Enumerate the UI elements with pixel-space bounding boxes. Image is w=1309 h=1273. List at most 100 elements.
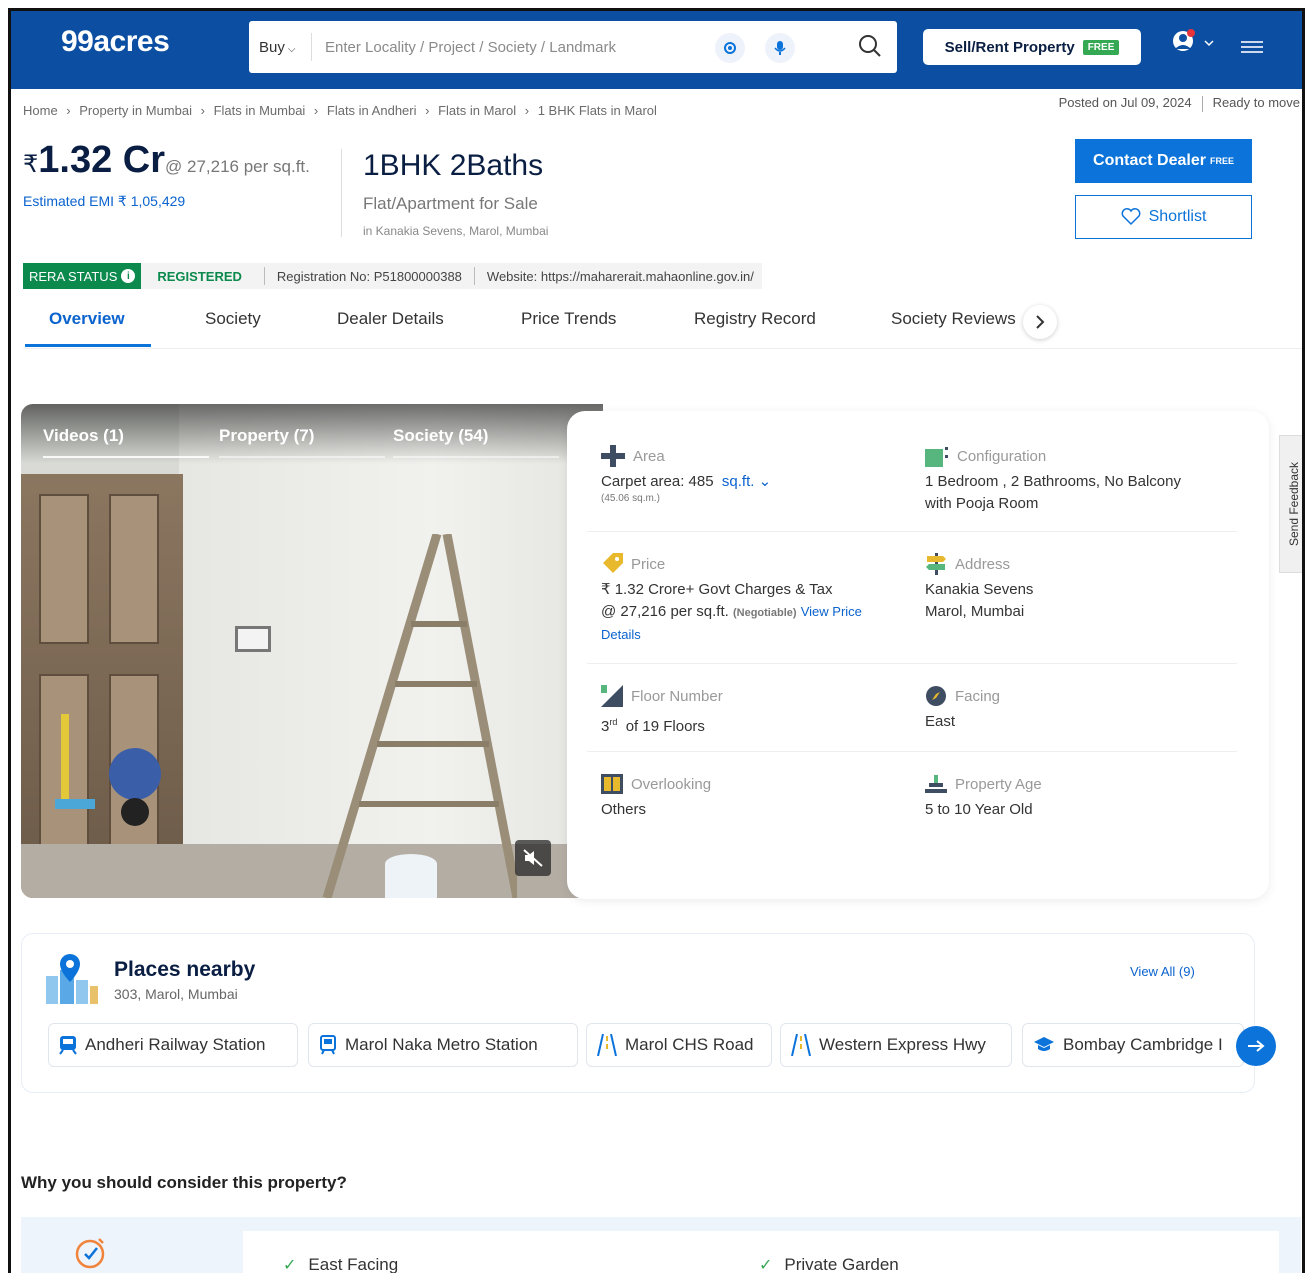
- chevron-right-icon: [1036, 315, 1045, 329]
- place-chip-marol-naka-metro-station[interactable]: Marol Naka Metro Station: [308, 1023, 578, 1067]
- sell-rent-label: Sell/Rent Property: [944, 38, 1075, 56]
- media-tab-divider: [393, 456, 559, 458]
- price-per-sqft: @ 27,216 per sq.ft.: [165, 157, 310, 176]
- contact-dealer-button[interactable]: Contact Dealer FREE: [1075, 139, 1252, 183]
- voice-search-button[interactable]: [765, 33, 795, 63]
- detail-overlooking: Overlooking Others: [601, 773, 901, 821]
- search-icon: [859, 35, 881, 57]
- media-tab-indicator: [43, 456, 209, 458]
- check-icon: ✓: [759, 1257, 773, 1273]
- window-icon: [601, 774, 623, 794]
- tab-registry-record[interactable]: Registry Record: [694, 309, 816, 329]
- shortlist-label: Shortlist: [1148, 208, 1207, 225]
- signpost-icon: [926, 553, 946, 575]
- tab-price-trends[interactable]: Price Trends: [521, 309, 616, 329]
- estimated-emi-link[interactable]: Estimated EMI ₹ 1,05,429: [23, 193, 185, 210]
- breadcrumb-item[interactable]: Home ›: [23, 103, 71, 118]
- rera-strip: RERA STATUS i REGISTERED Registration No…: [23, 263, 762, 289]
- buy-dropdown-label: Buy: [259, 39, 285, 56]
- detail-property-age: Property Age 5 to 10 Year Old: [925, 773, 1245, 821]
- building-age-icon: [925, 775, 947, 793]
- rera-registered: REGISTERED: [157, 268, 242, 284]
- why-consider-section: ✓ East Facing ✓ Private Garden: [21, 1217, 1301, 1273]
- media-tab-divider: [219, 456, 385, 458]
- compass-icon: [926, 686, 946, 706]
- listing-location: in Kanakia Sevens, Marol, Mumbai: [363, 224, 549, 238]
- view-price-details-link-continued[interactable]: Details: [601, 624, 901, 646]
- detail-address: Address Kanakia Sevens Marol, Mumbai: [925, 553, 1245, 623]
- mute-button[interactable]: [515, 840, 551, 876]
- road-icon: [791, 1034, 811, 1056]
- ladder-image: [322, 534, 517, 898]
- top-header: 99acres Buy ⌵ Enter Locality / Project / …: [11, 11, 1302, 89]
- detail-floor: Floor Number 3rd of 19 Floors: [601, 685, 901, 738]
- breadcrumb-item[interactable]: Property in Mumbai ›: [79, 103, 205, 118]
- search-button[interactable]: [857, 33, 885, 61]
- user-menu[interactable]: [1171, 29, 1215, 64]
- locate-icon: [724, 42, 736, 54]
- menu-button[interactable]: [1241, 39, 1263, 60]
- breadcrumb-item[interactable]: Flats in Marol ›: [438, 103, 529, 118]
- why-item-private-garden: ✓ Private Garden: [759, 1255, 899, 1273]
- currency-symbol: ₹: [23, 151, 39, 178]
- posted-date: Posted on Jul 09, 2024: [1058, 95, 1192, 110]
- media-gallery[interactable]: Videos (1) Property (7) Society (54): [21, 404, 603, 898]
- price-tag-icon: [603, 553, 623, 573]
- availability-status: Ready to move: [1212, 95, 1300, 110]
- microphone-icon: [774, 41, 786, 55]
- detail-facing: Facing East: [925, 685, 1245, 733]
- area-unit-dropdown[interactable]: sq.ft. ⌄: [722, 473, 771, 490]
- breadcrumb-current: 1 BHK Flats in Marol: [537, 103, 657, 118]
- why-consider-list: ✓ East Facing ✓ Private Garden: [243, 1231, 1279, 1273]
- rera-registration-number: Registration No: P51800000388: [276, 268, 462, 284]
- listing-tabs: Overview Society Dealer Details Price Tr…: [23, 301, 1302, 349]
- places-nearby-title: Places nearby: [114, 958, 256, 981]
- tab-society[interactable]: Society: [205, 309, 261, 329]
- buy-dropdown[interactable]: Buy ⌵: [259, 39, 295, 56]
- site-logo[interactable]: 99acres: [61, 25, 170, 59]
- places-nearby: Places nearby 303, Marol, Mumbai View Al…: [21, 933, 1276, 1093]
- view-all-places-link[interactable]: View All (9): [1130, 964, 1195, 979]
- tab-society-reviews[interactable]: Society Reviews: [891, 309, 1016, 329]
- area-sqm: (45.06 sq.m.): [601, 493, 660, 504]
- listing-title: 1BHK 2Baths: [363, 149, 544, 182]
- media-tabs: Videos (1) Property (7) Society (54): [21, 404, 603, 464]
- search-input[interactable]: Enter Locality / Project / Society / Lan…: [325, 39, 616, 56]
- listing-subtitle: Flat/Apartment for Sale: [363, 194, 538, 213]
- place-chip-western-express-hwy[interactable]: Western Express Hwy: [780, 1023, 1012, 1067]
- search-divider: [311, 33, 312, 61]
- search-bar: Buy ⌵ Enter Locality / Project / Society …: [249, 21, 897, 73]
- info-icon: i: [121, 269, 136, 283]
- map-pin-icon: [46, 954, 98, 1004]
- breadcrumb-item[interactable]: Flats in Andheri ›: [327, 103, 430, 118]
- chevron-down-icon: ⌵: [287, 44, 296, 55]
- media-tab-property[interactable]: Property (7): [219, 426, 314, 446]
- train-icon: [59, 1036, 77, 1055]
- school-icon: [1034, 1037, 1054, 1051]
- location-button[interactable]: [715, 33, 745, 63]
- rera-status-badge[interactable]: RERA STATUS i: [23, 263, 142, 289]
- configuration-icon: [925, 447, 948, 467]
- free-badge: FREE: [1082, 39, 1120, 55]
- places-next-button[interactable]: [1236, 1026, 1276, 1066]
- breadcrumb-item[interactable]: Flats in Mumbai ›: [214, 103, 319, 118]
- tab-overview[interactable]: Overview: [49, 309, 125, 329]
- check-icon: ✓: [283, 1257, 297, 1273]
- media-tab-videos[interactable]: Videos (1): [43, 426, 124, 446]
- sell-rent-property-button[interactable]: Sell/Rent Property FREE: [923, 29, 1141, 65]
- shortlist-button[interactable]: Shortlist: [1075, 195, 1252, 239]
- media-tab-society[interactable]: Society (54): [393, 426, 488, 446]
- place-chip-andheri-railway-station[interactable]: Andheri Railway Station: [48, 1023, 298, 1067]
- area-icon: [601, 445, 625, 467]
- places-nearby-address: 303, Marol, Mumbai: [114, 986, 238, 1002]
- listing-price: ₹1.32 Cr@ 27,216 per sq.ft.: [23, 139, 310, 182]
- why-consider-heading: Why you should consider this property?: [21, 1173, 347, 1192]
- place-chip-marol-chs-road[interactable]: Marol CHS Road: [586, 1023, 772, 1067]
- tab-dealer-details[interactable]: Dealer Details: [337, 309, 444, 329]
- send-feedback-tab[interactable]: Send Feedback: [1279, 435, 1302, 573]
- view-price-details-link[interactable]: View Price: [801, 604, 862, 619]
- free-label: FREE: [1209, 156, 1234, 166]
- photo-wall-panel: [235, 626, 271, 652]
- tabs-next-button[interactable]: [1023, 305, 1057, 339]
- place-chip-bombay-cambridge[interactable]: Bombay Cambridge I: [1022, 1023, 1244, 1067]
